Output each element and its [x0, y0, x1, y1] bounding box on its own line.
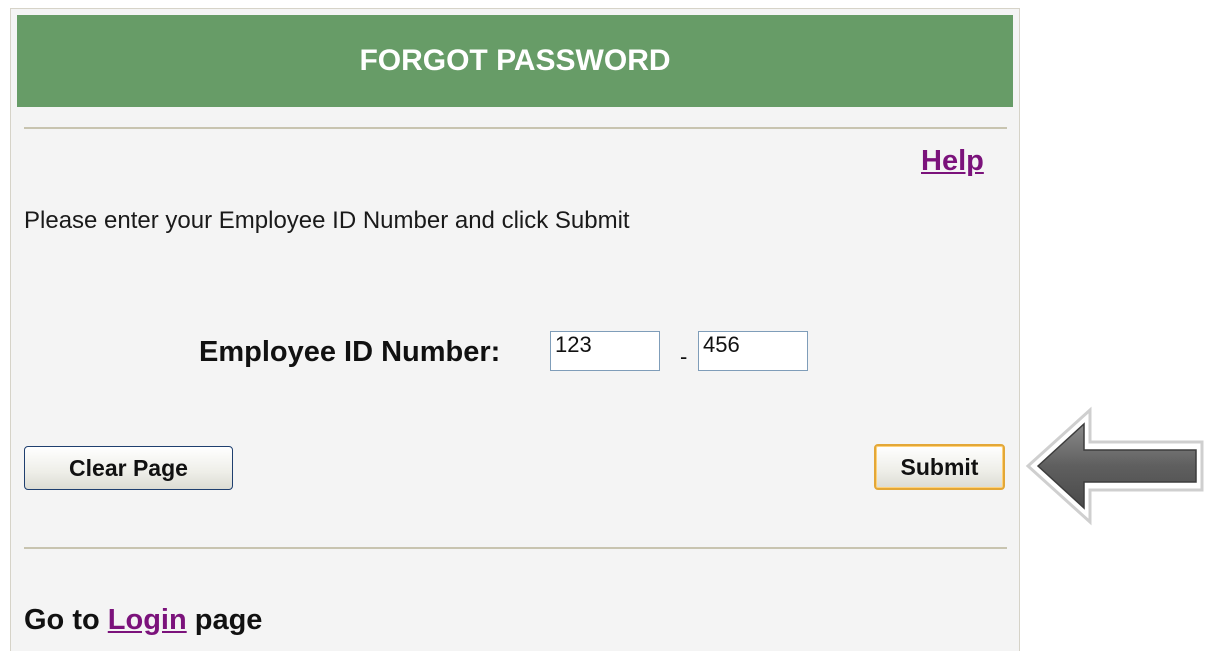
left-arrow-icon	[1025, 406, 1204, 526]
go-to-login-text: Go to Login page	[24, 604, 262, 637]
instructions-text: Please enter your Employee ID Number and…	[24, 207, 630, 234]
forgot-password-screen: FORGOT PASSWORD Help Please enter your E…	[0, 0, 1215, 651]
submit-button[interactable]: Submit	[874, 444, 1005, 490]
clear-page-button[interactable]: Clear Page	[24, 446, 233, 490]
employee-id-label: Employee ID Number:	[199, 336, 501, 368]
id-separator: -	[680, 344, 688, 369]
top-divider	[24, 127, 1007, 129]
employee-id-part1-input[interactable]	[550, 331, 660, 371]
help-link[interactable]: Help	[921, 145, 984, 178]
employee-id-part2-input[interactable]	[698, 331, 808, 371]
footer-suffix: page	[186, 604, 263, 636]
bottom-divider	[24, 547, 1007, 549]
page-title: FORGOT PASSWORD	[17, 15, 1013, 107]
login-link[interactable]: Login	[108, 604, 187, 636]
footer-prefix: Go to	[24, 604, 108, 636]
